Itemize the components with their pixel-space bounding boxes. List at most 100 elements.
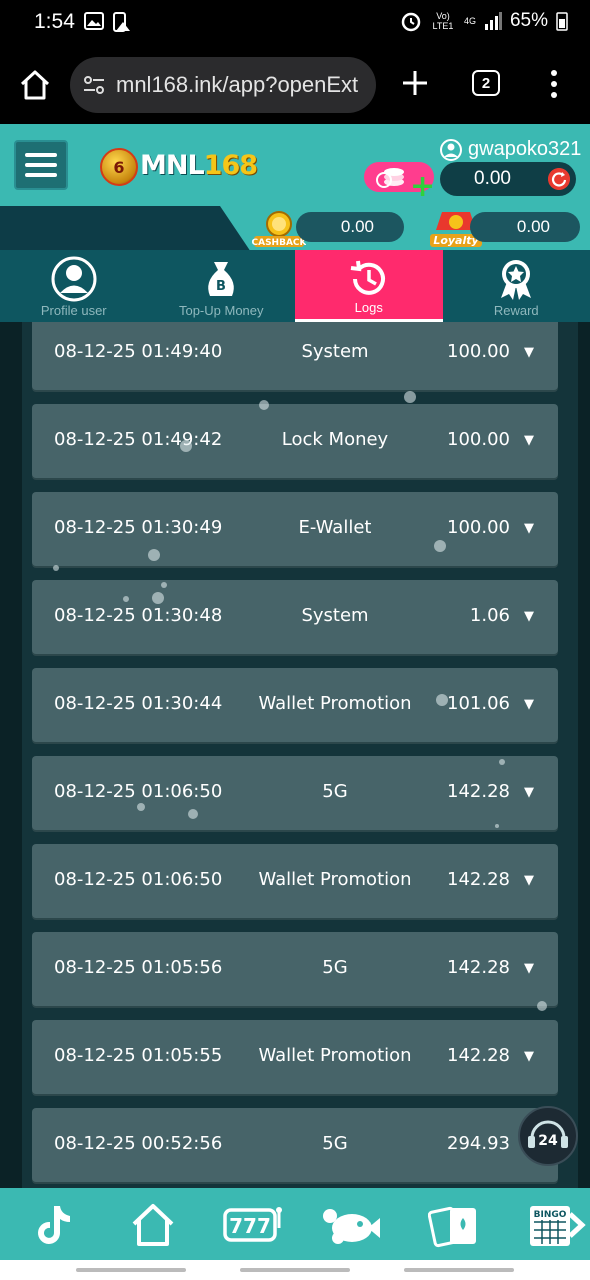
new-tab-icon[interactable] (400, 68, 430, 98)
network-label: Vo) LTE1 (432, 11, 454, 31)
decorative-bubble (152, 592, 164, 604)
log-row[interactable]: 08-12-25 01:06:50 5G 142.28 ▼ (32, 756, 558, 830)
decorative-bubble (259, 400, 269, 410)
decorative-bubble (404, 391, 416, 403)
menu-button[interactable] (14, 140, 68, 190)
decorative-bubble (188, 809, 198, 819)
deposit-plus-icon[interactable]: + (410, 172, 435, 202)
address-bar[interactable]: mnl168.ink/app?openExt (70, 57, 376, 113)
log-row[interactable]: 08-12-25 01:49:42 Lock Money 100.00 ▼ (32, 404, 558, 478)
site-settings-icon[interactable] (82, 74, 106, 96)
logs-panel[interactable]: 08-12-25 01:49:40 System 100.00 ▼ 08-12-25 0… (0, 322, 590, 1188)
tab-label: Logs (354, 300, 383, 315)
log-type: 5G (322, 781, 348, 802)
expand-caret-icon[interactable]: ▼ (524, 873, 534, 888)
expand-caret-icon[interactable]: ▼ (524, 785, 534, 800)
log-row[interactable]: 08-12-25 01:05:56 5G 142.28 ▼ (32, 932, 558, 1006)
battery-level: 65% (509, 10, 548, 31)
log-row[interactable]: 08-12-25 01:05:55 Wallet Promotion 142.28 ▼ (32, 1020, 558, 1094)
loyalty-display: 0.00 (470, 212, 580, 242)
expand-caret-icon[interactable]: ▼ (524, 609, 534, 624)
log-amount: 294.93 (447, 1133, 510, 1154)
reward-badge-icon (501, 260, 532, 300)
log-date: 08-12-25 01:49:40 (54, 341, 223, 362)
log-row[interactable]: 08-12-25 01:49:40 System 100.00 ▼ (32, 322, 558, 390)
log-type: Wallet Promotion (258, 1045, 412, 1066)
decorative-bubble (495, 824, 499, 828)
tab-profile-user[interactable]: Profile user (0, 250, 148, 322)
log-amount: 142.28 (447, 781, 510, 802)
signal-icon (484, 12, 502, 30)
log-amount: 142.28 (447, 957, 510, 978)
user-info: gwapoko321 (440, 138, 581, 161)
browser-toolbar: mnl168.ink/app?openExt 2 (0, 46, 590, 124)
log-type: Lock Money (281, 429, 389, 450)
svg-text:777: 777 (229, 1214, 271, 1238)
log-type: 5G (322, 957, 348, 978)
log-amount: 142.28 (447, 869, 510, 890)
log-date: 08-12-25 01:30:48 (54, 605, 223, 626)
status-notification-icons (84, 12, 132, 32)
browser-home-icon[interactable] (18, 68, 52, 102)
device-warning-icon (113, 12, 130, 32)
logo-text-number: 168 (203, 150, 258, 181)
bingo-icon[interactable]: BINGO (526, 1200, 588, 1250)
cashback-value: 0.00 (340, 217, 374, 236)
tab-reward[interactable]: Reward (443, 250, 590, 322)
url-text: mnl168.ink/app?openExt (116, 72, 359, 97)
user-icon (440, 138, 462, 161)
expand-caret-icon[interactable]: ▼ (524, 433, 534, 448)
log-type: 5G (322, 1133, 348, 1154)
expand-caret-icon[interactable]: ▼ (524, 1049, 534, 1064)
status-time: 1:54 (34, 10, 75, 33)
account-tabs: Profile user B Top-Up Money Logs Reward (0, 250, 590, 322)
chat-label: 24 (538, 1133, 558, 1149)
home-icon[interactable] (128, 1200, 178, 1250)
fishing-icon[interactable] (318, 1200, 382, 1250)
cards-icon[interactable] (428, 1200, 482, 1250)
browser-menu-icon[interactable] (548, 68, 560, 100)
log-date: 08-12-25 01:30:44 (54, 693, 223, 714)
log-date: 08-12-25 01:05:56 (54, 957, 223, 978)
decorative-bubble (148, 549, 160, 561)
log-type: System (301, 341, 369, 362)
cashback-label: CASHBACK (252, 238, 306, 248)
log-row[interactable]: 08-12-25 00:52:565G294.93▼ (32, 1108, 558, 1182)
decorative-bubble (180, 440, 192, 452)
expand-caret-icon[interactable]: ▼ (524, 345, 534, 360)
decorative-bubble (161, 582, 167, 588)
log-date: 08-12-25 01:05:55 (54, 1045, 223, 1066)
logo-badge: 6 (100, 148, 138, 186)
log-row[interactable]: 08-12-25 01:30:49 E-Wallet 100.00 ▼ (32, 492, 558, 566)
gesture-segment (404, 1268, 514, 1272)
tab-logs[interactable]: Logs (295, 250, 443, 322)
tab-switcher-button[interactable]: 2 (472, 70, 500, 96)
log-type: Wallet Promotion (258, 869, 412, 890)
log-date: 08-12-25 01:30:49 (54, 517, 223, 538)
decorative-bubble (434, 540, 446, 552)
tab-top-up-money[interactable]: B Top-Up Money (148, 250, 296, 322)
log-amount: 142.28 (447, 1045, 510, 1066)
log-amount: 100.00 (447, 429, 510, 450)
log-row[interactable]: 08-12-25 01:06:50 Wallet Promotion 142.28 ▼ (32, 844, 558, 918)
log-type: System (301, 605, 369, 626)
log-row[interactable]: 08-12-25 01:30:48 System 1.06 ▼ (32, 580, 558, 654)
tiktok-icon[interactable] (28, 1200, 78, 1250)
status-bar: 1:54 Vo) LTE1 4G 65% (0, 0, 590, 46)
slot-777-icon[interactable]: 777 (222, 1200, 284, 1250)
log-date: 08-12-25 01:49:42 (54, 429, 223, 450)
log-row[interactable]: 08-12-25 01:30:44 Wallet Promotion 101.06 ▼ (32, 668, 558, 742)
profile-icon (51, 256, 97, 302)
expand-caret-icon[interactable]: ▼ (524, 961, 534, 976)
expand-caret-icon[interactable]: ▼ (524, 521, 534, 536)
refresh-balance-icon[interactable] (548, 168, 570, 190)
support-chat-button[interactable]: 24 (518, 1106, 578, 1166)
site-logo[interactable]: MNL168 (140, 150, 258, 181)
tab-label: Reward (493, 303, 539, 318)
decorative-bubble (499, 759, 505, 765)
status-right: Vo) LTE1 4G 65% (400, 10, 568, 32)
logo-text-main: MNL (140, 150, 205, 181)
bottom-nav: 777 BINGO (0, 1188, 590, 1260)
loyalty-value: 0.00 (516, 217, 550, 236)
expand-caret-icon[interactable]: ▼ (524, 697, 534, 712)
